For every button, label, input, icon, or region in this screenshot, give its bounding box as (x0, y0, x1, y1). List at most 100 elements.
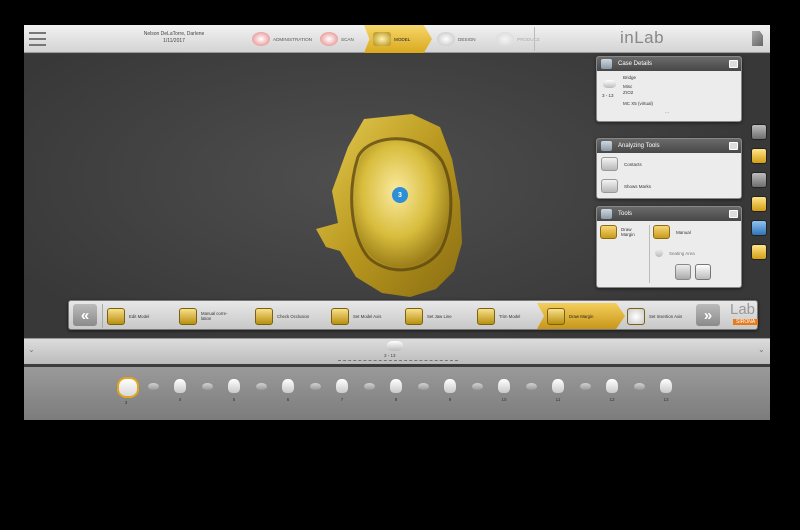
tool-contacts[interactable]: Contacts (597, 153, 741, 175)
undo-button[interactable] (675, 264, 691, 280)
tooth-7[interactable]: 7 (335, 379, 349, 403)
tooth-6[interactable]: 6 (281, 379, 295, 403)
pontic-gap[interactable] (416, 379, 430, 400)
step-draw-margin[interactable]: Draw Margin (537, 303, 625, 329)
phase-model[interactable]: Model (364, 25, 432, 53)
phase-administration[interactable]: Administration (252, 25, 312, 53)
draw-margin-icon (600, 225, 617, 239)
pontic-gap[interactable] (578, 379, 592, 400)
export-icon[interactable] (752, 31, 763, 46)
tooth-number (578, 394, 592, 400)
tooth-10[interactable]: 10 (497, 379, 511, 403)
patient-date: 1/11/2017 (163, 38, 185, 44)
visibility-button[interactable] (751, 148, 767, 164)
side-toolbar (751, 124, 767, 268)
set-insertion-axis-icon (627, 307, 645, 325)
tooth-9[interactable]: 9 (443, 379, 457, 403)
rotate-button[interactable] (751, 220, 767, 236)
catalog-button[interactable] (751, 244, 767, 260)
step-set-model-axis[interactable]: Set Model Axis (331, 303, 399, 329)
divider (97, 304, 103, 328)
app-logo: inLab (620, 28, 665, 47)
tooth-11[interactable]: 11 (551, 379, 565, 403)
pin-icon[interactable] (729, 142, 738, 150)
tooth-icon (471, 383, 483, 390)
tooth-13[interactable]: 13 (659, 379, 673, 403)
step-check-occlusion[interactable]: Check Occlusion (255, 303, 325, 329)
case-details-icon (601, 59, 612, 69)
tooth-5[interactable]: 5 (227, 379, 241, 403)
screenshot-button[interactable] (751, 196, 767, 212)
workflow-next-button[interactable]: » (696, 304, 720, 326)
pontic-gap[interactable] (254, 379, 268, 400)
phase-design[interactable]: Design (437, 25, 476, 53)
tooth-icon (498, 379, 510, 393)
tooth-icon (363, 383, 375, 390)
tool-label: Shows Marks (624, 183, 652, 189)
tooth-12[interactable]: 12 (605, 379, 619, 403)
step-manual-correlation[interactable]: Manual corre-lation (179, 303, 231, 329)
menu-icon[interactable] (29, 32, 46, 46)
analyzing-tools-icon (601, 141, 612, 151)
case-details-body: 3 - 13 Bridge Misc ZrO2 MC X5 (virtual) … (597, 71, 741, 121)
workflow-bar: « Edit Model Manual corre-lation Check O… (68, 300, 758, 330)
tooth-4[interactable]: 4 (173, 379, 187, 403)
model-inner-surface (353, 140, 449, 268)
chevron-down-icon[interactable]: ⌄ (28, 345, 35, 354)
step-set-jaw-line[interactable]: Set Jaw Line (405, 303, 467, 329)
design-icon (437, 32, 455, 46)
tooth-number: 12 (609, 397, 615, 402)
tool-shows-marks[interactable]: Shows Marks (597, 175, 741, 197)
chevron-down-icon[interactable]: ⌄ (758, 345, 765, 354)
pontic-gap[interactable] (632, 379, 646, 400)
view-cube-button[interactable] (751, 124, 767, 140)
tool-label: Contacts (624, 161, 642, 167)
tooth-icon (282, 379, 294, 393)
pontic-gap[interactable] (308, 379, 322, 400)
case-details-panel: Case Details 3 - 13 Bridge Misc ZrO2 MC … (596, 56, 742, 122)
pontic-gap[interactable] (524, 379, 538, 400)
pin-icon[interactable] (729, 210, 738, 218)
seating-area-mode[interactable]: Seating Area (655, 249, 695, 257)
panel-header: Analyzing Tools (597, 139, 741, 153)
manual-correlation-icon (179, 307, 197, 325)
panel-title: Tools (618, 211, 633, 217)
phase-scan[interactable]: Scan (320, 25, 354, 53)
tooth-number (254, 394, 268, 400)
tooth-number (632, 394, 646, 400)
tooth-icon (633, 383, 645, 390)
tooth-icon (174, 379, 186, 393)
manual-mode[interactable]: Manual (653, 225, 691, 239)
draw-margin-tool[interactable]: Draw Margin (600, 225, 644, 239)
dental-model[interactable] (312, 111, 472, 301)
workflow-prev-button[interactable]: « (73, 304, 97, 326)
tooth-number-badge[interactable]: 3 (392, 187, 408, 203)
tooth-number (524, 394, 538, 400)
pontic-gap[interactable] (200, 379, 214, 400)
step-set-insertion-axis[interactable]: Set Insertion Axis (627, 303, 689, 329)
shows-marks-icon (601, 179, 618, 193)
zoom-button[interactable] (751, 172, 767, 188)
tooth-icon (201, 383, 213, 390)
viewport-frame (24, 294, 770, 295)
step-label: Manual corre-lation (201, 311, 228, 321)
step-label: Trim Model (499, 313, 521, 319)
manual-icon (653, 225, 670, 239)
material-line-1: Misc (623, 84, 633, 89)
summary-label: 3 - 13 (384, 353, 396, 358)
pontic-gap[interactable] (470, 379, 484, 400)
tooth-3[interactable]: 3 (119, 379, 137, 406)
tooth-8[interactable]: 8 (389, 379, 403, 403)
tooth-icon (579, 383, 591, 390)
tooth-icon (119, 379, 137, 396)
redo-button[interactable] (695, 264, 711, 280)
pin-icon[interactable] (729, 60, 738, 68)
step-edit-model[interactable]: Edit Model (107, 303, 161, 329)
step-trim-model[interactable]: Trim Model (477, 303, 539, 329)
pontic-gap[interactable] (362, 379, 376, 400)
more-indicator[interactable]: ... (665, 109, 669, 115)
step-label: Set Model Axis (353, 313, 382, 319)
panel-title: Case Details (618, 61, 653, 67)
pontic-gap[interactable] (146, 379, 160, 400)
tooth-number (470, 394, 484, 400)
